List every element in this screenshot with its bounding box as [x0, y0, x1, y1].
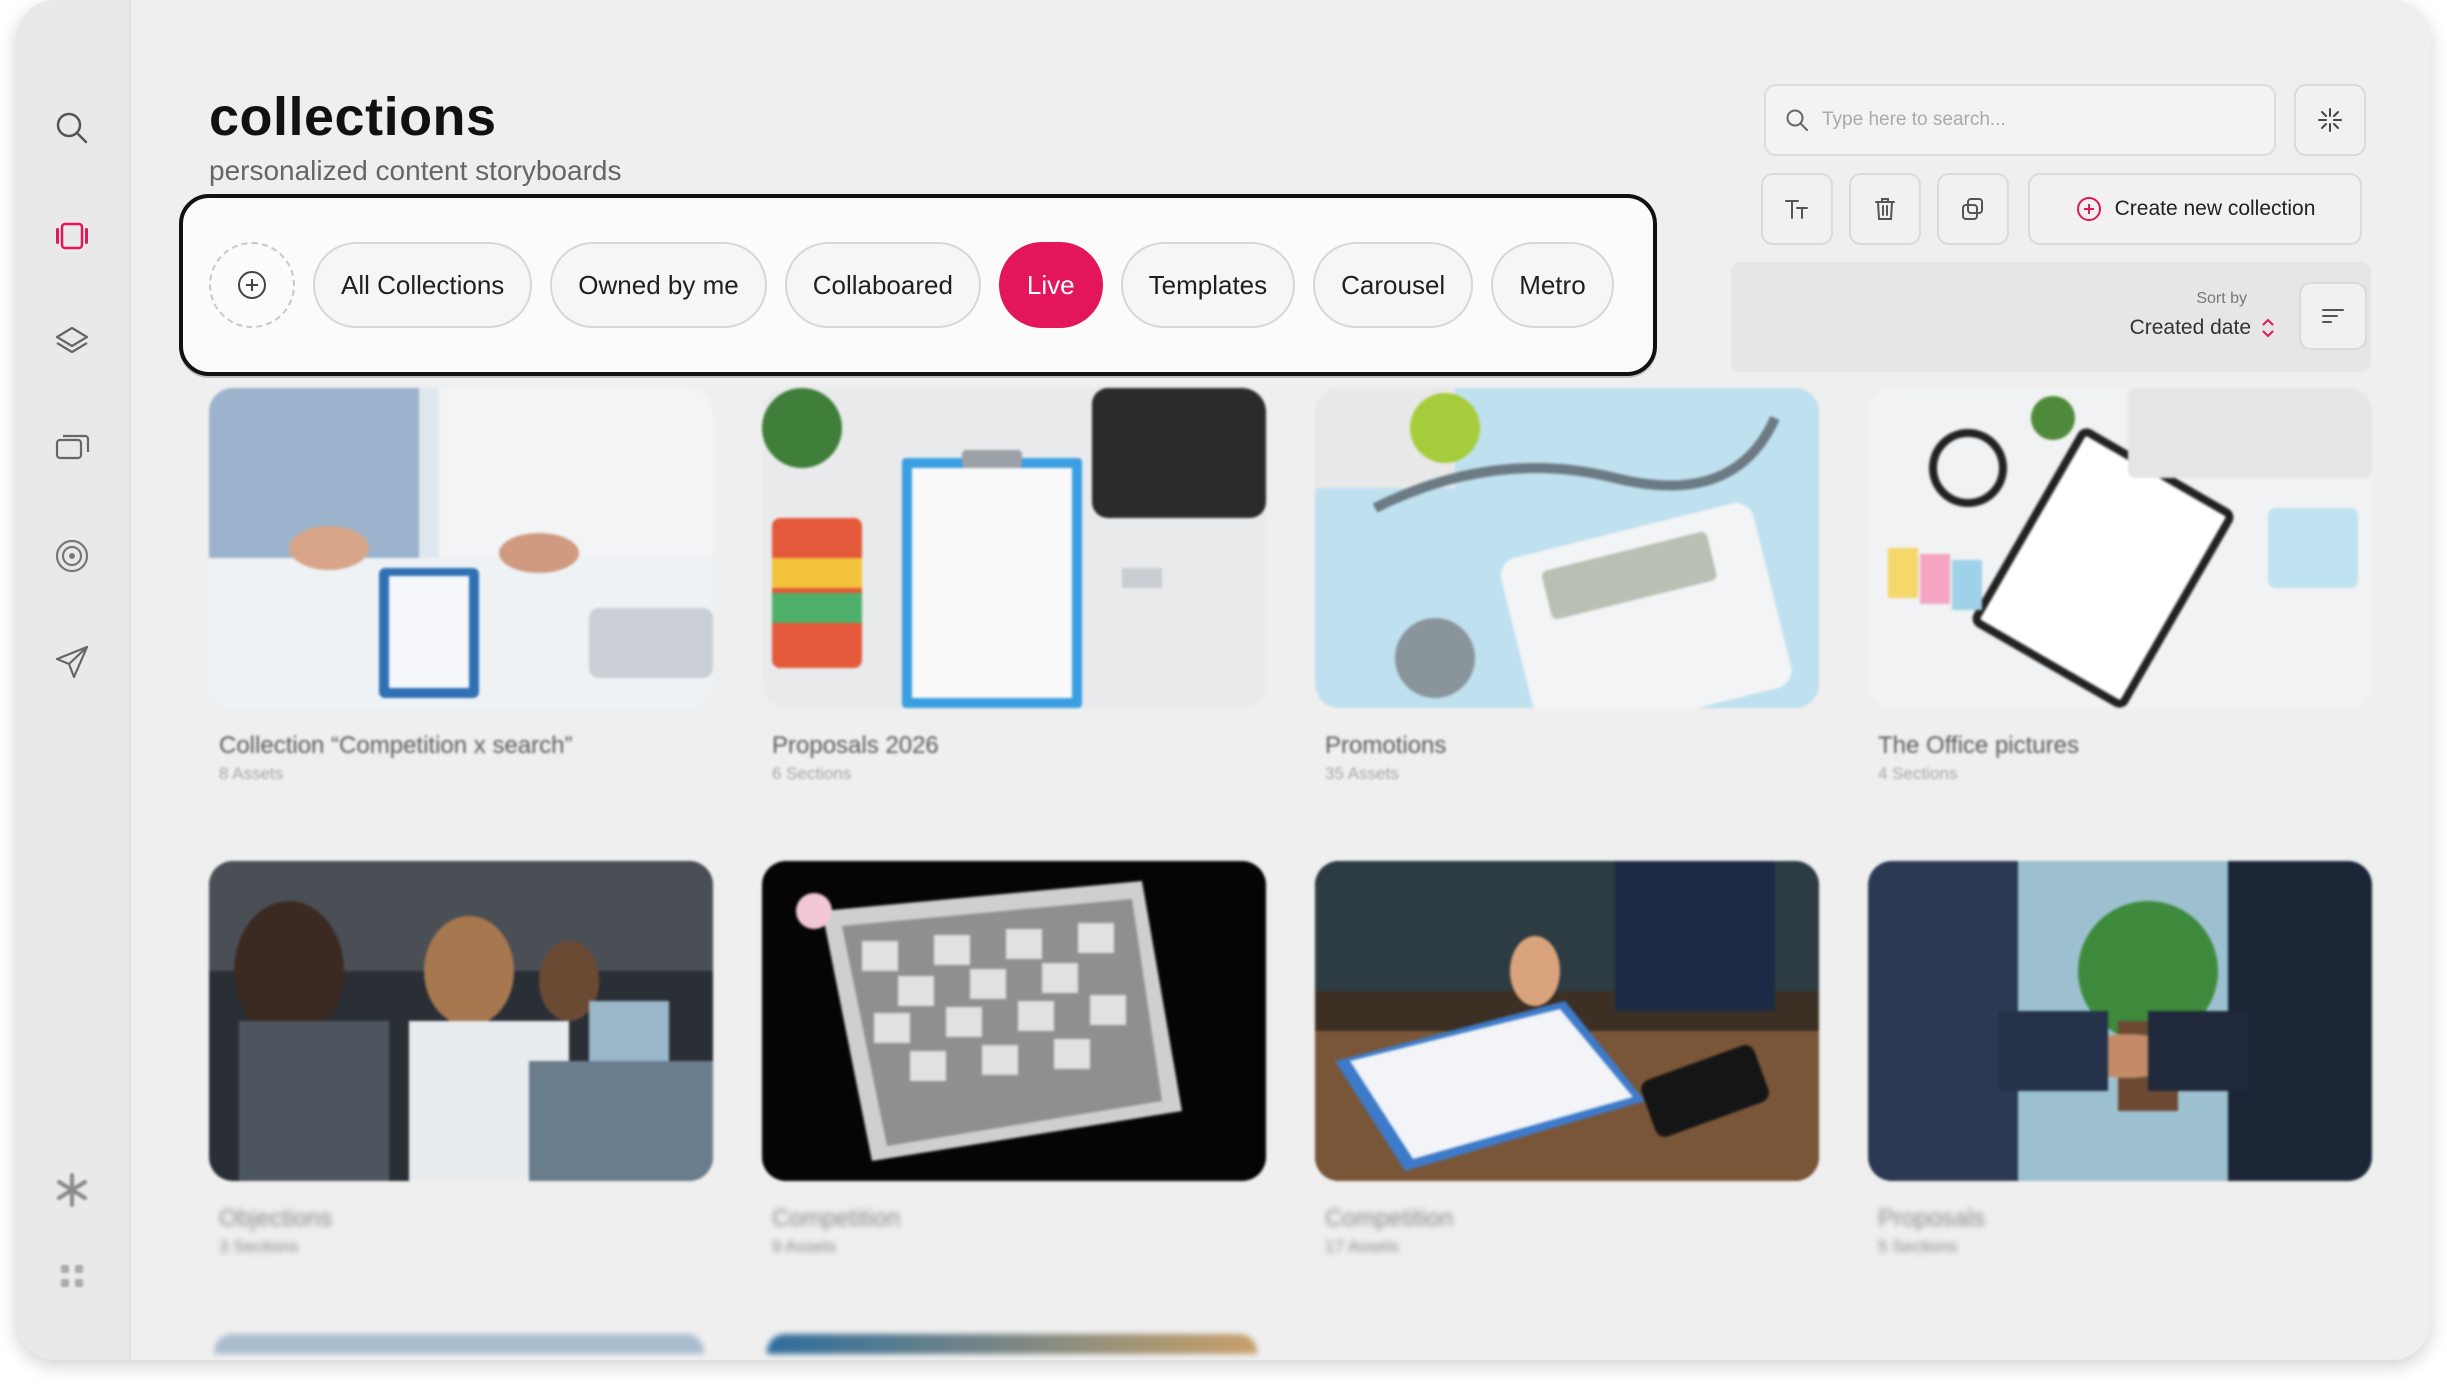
target-icon[interactable] [50, 534, 94, 578]
copy-icon [1962, 198, 1983, 220]
collection-card[interactable]: Objections 3 Sections [209, 861, 713, 1257]
filter-chip-owned-by-me[interactable]: Owned by me [550, 242, 767, 328]
sidebar [16, 0, 131, 1360]
collection-meta: 6 Sections [772, 764, 852, 783]
sort-lines-icon [2322, 309, 2344, 323]
collection-title: Collection “Competition x search” [219, 732, 573, 759]
collection-meta: 8 Assets [219, 764, 284, 783]
text-format-button[interactable] [1761, 173, 1833, 245]
filter-chip-live[interactable]: Live [998, 242, 1103, 328]
collection-thumbnail [1315, 388, 1819, 708]
plus-circle-icon [238, 271, 266, 299]
collection-thumbnail [762, 861, 1266, 1181]
collection-card[interactable]: Collection “Competition x search” 8 Asse… [209, 388, 713, 784]
collection-meta: 5 Sections [1878, 1237, 1958, 1256]
sort-label: Sort by [2196, 290, 2247, 307]
collection-card[interactable]: Promotions 35 Assets [1315, 388, 1819, 784]
collection-meta: 9 Assets [772, 1237, 837, 1256]
sort-order-button[interactable] [2299, 282, 2367, 350]
collection-title: Competition [772, 1205, 901, 1232]
filter-chip-collaborated[interactable]: Collaboared [784, 242, 981, 328]
filter-chip-all-collections[interactable]: All Collections [313, 242, 533, 328]
ai-sparkle-button[interactable] [2294, 84, 2366, 156]
page-title: collections [209, 87, 497, 147]
app-window: collections personalized content storybo… [16, 0, 2431, 1360]
create-collection-label: Create new collection [2114, 197, 2316, 220]
collection-title: Objections [219, 1205, 333, 1232]
collection-thumbnail [1868, 861, 2372, 1181]
search-input[interactable] [1822, 109, 2242, 131]
collection-card-peek [214, 1334, 704, 1354]
filter-chip-metro[interactable]: Metro [1491, 242, 1614, 328]
sort-dropdown[interactable]: Created date [2130, 316, 2277, 340]
delete-button[interactable] [1849, 173, 1921, 245]
sort-chevrons-icon [2262, 318, 2274, 338]
collection-thumbnail [209, 388, 713, 708]
collection-thumbnail [1868, 388, 2372, 708]
collection-card[interactable]: Proposals 5 Sections [1868, 861, 2372, 1257]
search-icon [1786, 109, 1808, 131]
collections-icon[interactable] [50, 214, 94, 258]
page-subtitle: personalized content storyboards [209, 155, 622, 186]
collection-title: The Office pictures [1878, 732, 2079, 759]
collection-card[interactable]: Proposals 2026 6 Sections [762, 388, 1266, 784]
chat-icon[interactable] [50, 426, 94, 470]
collection-title: Competition [1325, 1205, 1454, 1232]
text-size-icon [1785, 200, 1808, 219]
collection-thumbnail [1315, 861, 1819, 1181]
collection-title: Promotions [1325, 732, 1447, 759]
sort-bar: Sort by Created date [1731, 262, 2371, 372]
plus-circle-icon [2076, 197, 2101, 221]
collection-card[interactable]: Competition 17 Assets [1315, 861, 1819, 1257]
sparkle-icon [2318, 108, 2342, 132]
collection-card[interactable]: Competition 9 Assets [762, 861, 1266, 1257]
sort-value: Created date [2129, 316, 2251, 339]
collection-title: Proposals [1878, 1205, 1985, 1232]
collection-thumbnail [209, 861, 713, 1181]
collection-thumbnail [762, 388, 1266, 708]
collection-card[interactable]: The Office pictures 4 Sections [1868, 388, 2372, 784]
create-collection-button[interactable]: Create new collection [2028, 173, 2362, 245]
collection-meta: 3 Sections [219, 1237, 299, 1256]
main-content: collections personalized content storybo… [131, 0, 2431, 1360]
collection-meta: 4 Sections [1878, 764, 1958, 783]
filter-panel: All Collections Owned by me Collaboared … [179, 194, 1657, 376]
trash-icon [1875, 198, 1895, 220]
collection-card-peek [767, 1334, 1257, 1354]
collection-meta: 35 Assets [1325, 764, 1399, 783]
layers-icon[interactable] [50, 320, 94, 364]
add-filter-button[interactable] [209, 242, 295, 328]
grid-icon[interactable] [50, 1254, 94, 1298]
duplicate-button[interactable] [1937, 173, 2009, 245]
filter-chip-templates[interactable]: Templates [1120, 242, 1296, 328]
send-icon[interactable] [50, 640, 94, 684]
collection-meta: 17 Assets [1325, 1237, 1399, 1256]
filter-chip-carousel[interactable]: Carousel [1313, 242, 1474, 328]
search-field[interactable] [1764, 84, 2276, 156]
asterisk-icon[interactable] [50, 1168, 94, 1212]
collection-title: Proposals 2026 [772, 732, 939, 759]
search-icon[interactable] [50, 106, 94, 150]
